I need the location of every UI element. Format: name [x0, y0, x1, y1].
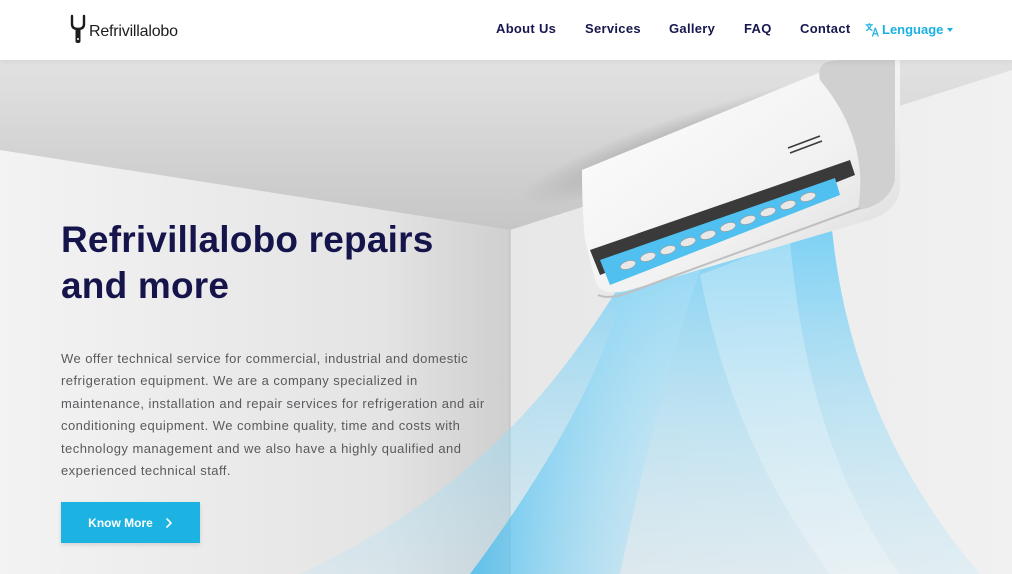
hero-section: Refrivillalobo repairs and more We offer…: [0, 60, 1012, 574]
nav-about-us[interactable]: About Us: [496, 21, 556, 36]
nav-contact[interactable]: Contact: [800, 21, 851, 36]
language-label: Lenguage: [882, 22, 944, 37]
main-nav: About Us Services Gallery FAQ Contact Le…: [0, 21, 1012, 39]
site-header: Refrivillalobo About Us Services Gallery…: [0, 0, 1012, 60]
caret-down-icon: [947, 28, 954, 32]
nav-gallery[interactable]: Gallery: [669, 21, 715, 36]
nav-services[interactable]: Services: [585, 21, 641, 36]
know-more-button[interactable]: Know More: [61, 502, 200, 543]
know-more-label: Know More: [88, 515, 153, 530]
hero-title: Refrivillalobo repairs and more: [61, 219, 434, 306]
hero-description: We offer technical service for commercia…: [61, 351, 485, 479]
translate-icon: [865, 22, 879, 37]
chevron-right-icon: [166, 517, 172, 528]
language-dropdown[interactable]: Lenguage: [865, 22, 954, 37]
nav-faq[interactable]: FAQ: [744, 21, 772, 36]
air-conditioner-room-illustration: [0, 60, 1012, 574]
